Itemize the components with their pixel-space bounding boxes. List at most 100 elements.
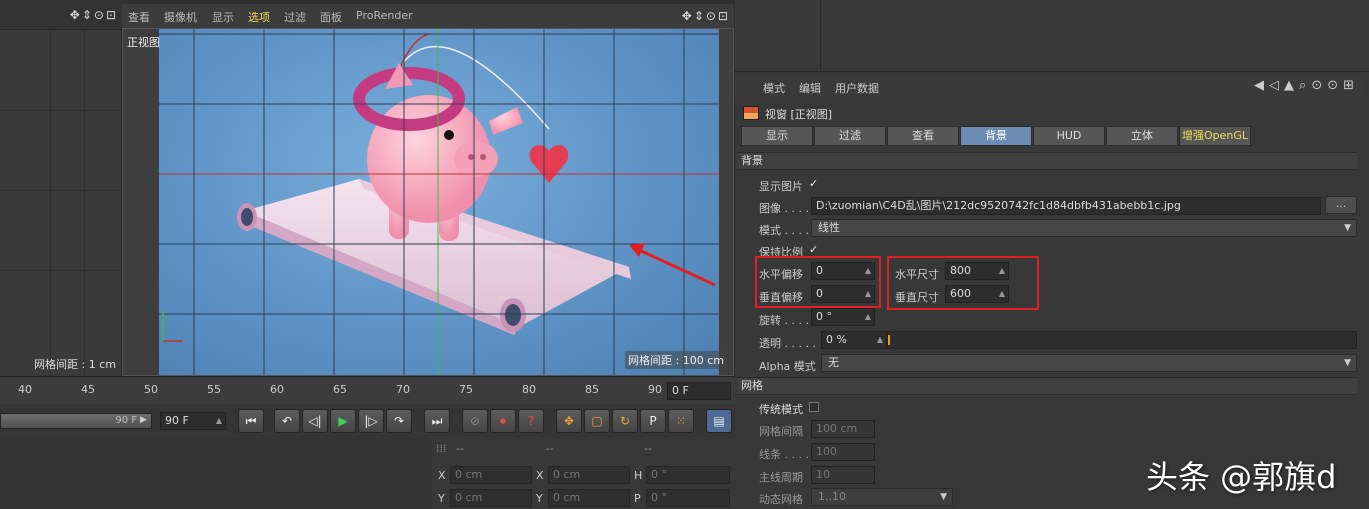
viewport-object-icon	[743, 106, 759, 120]
stepper-icon[interactable]: ▲▼	[865, 309, 871, 325]
tab-filter[interactable]: 过滤	[814, 126, 886, 146]
grid-spacing-label: 网格间隔	[759, 425, 803, 438]
transport-bar: 90 F ▶ 90 F▲▼ ⏮ ↶ ◁| ▶ |▷ ↷ ⏭ ⊘ ⏺ ? ✥ ▢ …	[0, 404, 735, 438]
transparency-field[interactable]: 0 % ▲▼	[821, 331, 887, 349]
param-key-icon[interactable]: P	[640, 409, 666, 433]
tab-enhanced-opengl[interactable]: 增强OpenGL	[1179, 126, 1251, 146]
record-button[interactable]: ⏺	[490, 409, 516, 433]
stepper-icon[interactable]: ▲▼	[216, 413, 222, 429]
attribute-nav-icons[interactable]: ◀◁▲⌕⊙⊙⊞	[1254, 78, 1359, 93]
menu-prorender[interactable]: ProRender	[356, 9, 413, 22]
tab-stereo[interactable]: 立体	[1106, 126, 1178, 146]
section-background-header[interactable]: 背景	[737, 152, 1357, 170]
position-x-field[interactable]: 0 cm	[450, 466, 532, 484]
next-key-button[interactable]: ↷	[386, 409, 412, 433]
arrow-right-icon[interactable]: ▶	[140, 415, 147, 425]
menu-edit[interactable]: 编辑	[799, 80, 821, 96]
legacy-mode-label: 传统模式	[759, 403, 803, 416]
transparency-slider-handle[interactable]	[888, 335, 890, 345]
rotate-key-icon[interactable]: ↻	[612, 409, 638, 433]
scale-key-icon[interactable]: ▢	[584, 409, 610, 433]
menu-mode[interactable]: 模式	[763, 80, 785, 96]
menu-panel[interactable]: 面板	[320, 9, 342, 25]
legacy-mode-checkbox[interactable]	[809, 402, 819, 412]
rotation-h-field[interactable]: 0 °	[646, 466, 730, 484]
position-y-field[interactable]: 0 cm	[450, 489, 532, 507]
view-name-label: 正视图	[127, 36, 160, 49]
go-to-start-button[interactable]: ⏮	[238, 409, 264, 433]
show-image-label: 显示图片	[759, 180, 803, 193]
grid-line	[50, 30, 51, 376]
object-title: 视窗 [正视图]	[765, 108, 833, 121]
coords-header: ⁞⁞⁞ -- -- --	[432, 440, 735, 458]
section-grid-header[interactable]: 网格	[737, 377, 1357, 395]
grid-dots-icon: ⁞⁞⁞	[436, 442, 447, 455]
object-manager-area	[735, 0, 1369, 72]
menu-display[interactable]: 显示	[212, 9, 234, 25]
prev-key-button[interactable]: ↶	[274, 409, 300, 433]
timeline-tick: 70	[396, 383, 410, 396]
coords-header-col: --	[456, 442, 464, 455]
major-period-label: 主线周期	[759, 471, 803, 484]
attribute-menubar: 模式 编辑 用户数据 ◀◁▲⌕⊙⊙⊞	[735, 76, 1363, 98]
grid-spacing-field[interactable]: 100 cm	[811, 420, 875, 438]
menu-camera[interactable]: 摄像机	[164, 9, 197, 25]
attribute-manager: 模式 编辑 用户数据 ◀◁▲⌕⊙⊙⊞ 视窗 [正视图] 显示 过滤 查看 背景 …	[735, 72, 1369, 509]
lines-field[interactable]: 100	[811, 443, 875, 461]
left-viewport-panel: ✥⇕⊙⊡ 网格间距 : 1 cm	[0, 0, 122, 376]
tab-hud[interactable]: HUD	[1033, 126, 1105, 146]
tab-background[interactable]: 背景	[960, 126, 1032, 146]
keep-ratio-checkbox[interactable]: ✓	[809, 243, 818, 256]
timeline-tick: 85	[585, 383, 599, 396]
tab-view[interactable]: 查看	[887, 126, 959, 146]
move-key-icon[interactable]: ✥	[556, 409, 582, 433]
major-period-field[interactable]: 10	[811, 466, 875, 484]
background-image	[159, 29, 719, 375]
dynamic-grid-label: 动态网格	[759, 493, 803, 506]
timeline-tick: 40	[18, 383, 32, 396]
play-button[interactable]: ▶	[330, 409, 356, 433]
go-to-end-button[interactable]: ⏭	[424, 409, 450, 433]
dynamic-grid-dropdown[interactable]: 1..10 ▼	[811, 488, 953, 506]
scale-x-field[interactable]: 0 cm	[548, 466, 630, 484]
coord-axis-label: P	[634, 492, 641, 505]
front-viewport[interactable]: 正视图 网格间距 : 100 cm	[122, 28, 734, 376]
rotate-field[interactable]: 0 ° ▲▼	[811, 308, 875, 326]
grid-line	[0, 270, 122, 271]
menu-view[interactable]: 查看	[128, 9, 150, 25]
prev-frame-button[interactable]: ◁|	[302, 409, 328, 433]
treadmill-roller-left-core	[241, 208, 253, 226]
tab-display[interactable]: 显示	[741, 126, 813, 146]
transparency-slider[interactable]	[887, 331, 1357, 349]
end-frame-field[interactable]: 90 F ▲▼	[160, 412, 226, 430]
image-label: 图像 . . . .	[759, 202, 809, 215]
menu-filter[interactable]: 过滤	[284, 9, 306, 25]
auto-key-button[interactable]: ?	[518, 409, 544, 433]
viewport-nav-controls[interactable]: ✥⇕⊙⊡	[682, 9, 730, 23]
pig-eye	[444, 130, 454, 140]
show-image-checkbox[interactable]: ✓	[809, 177, 818, 190]
mode-dropdown[interactable]: 线性 ▼	[811, 219, 1357, 237]
timeline-ruler[interactable]: 40 45 50 55 60 65 70 75 80 85 90 0 F	[0, 376, 735, 404]
timeline-tick: 45	[81, 383, 95, 396]
pla-key-icon[interactable]: ⁙	[668, 409, 694, 433]
stepper-icon[interactable]: ▲▼	[877, 332, 883, 348]
menu-user-data[interactable]: 用户数据	[835, 80, 879, 96]
viewport-grid-spacing-label: 网格间距 : 100 cm	[625, 351, 727, 369]
left-view-controls[interactable]: ✥⇕⊙⊡	[70, 8, 118, 22]
coords-header-col: --	[644, 442, 652, 455]
current-frame-field[interactable]: 0 F	[667, 382, 731, 400]
browse-button[interactable]: ...	[1325, 196, 1357, 214]
alpha-mode-value: 无	[828, 356, 839, 369]
range-slider[interactable]: 90 F	[0, 413, 152, 429]
menu-options[interactable]: 选项	[248, 9, 270, 25]
scale-y-field[interactable]: 0 cm	[548, 489, 630, 507]
annotation-box-size	[887, 256, 1039, 310]
next-frame-button[interactable]: |▷	[358, 409, 384, 433]
record-disabled-button[interactable]: ⊘	[462, 409, 488, 433]
film-strip-icon[interactable]: ▤	[706, 409, 732, 433]
rotation-p-field[interactable]: 0 °	[646, 489, 730, 507]
alpha-mode-dropdown[interactable]: 无 ▼	[821, 354, 1357, 372]
coords-header-col: --	[546, 442, 554, 455]
image-path-field[interactable]: D:\zuomian\C4D乱\图片\212dc9520742fc1d84dbf…	[811, 197, 1321, 215]
